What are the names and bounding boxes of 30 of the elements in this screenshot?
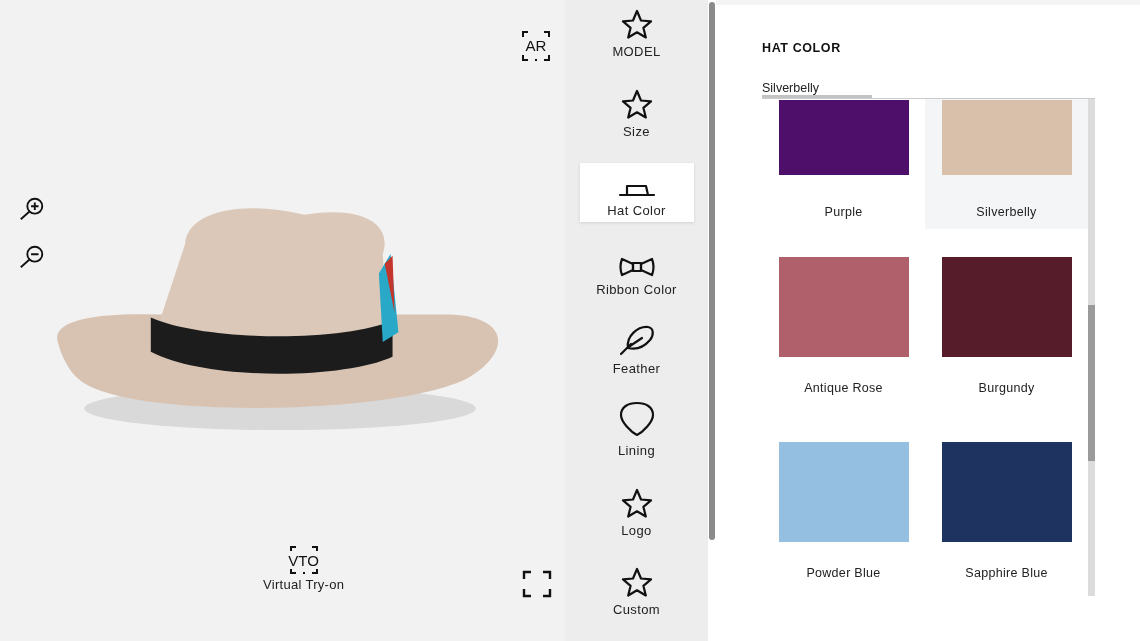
feather-icon <box>617 324 656 357</box>
ar-button[interactable]: AR <box>521 30 551 60</box>
scrollbar-thumb[interactable] <box>709 2 715 540</box>
option-tab[interactable]: Lining <box>579 400 694 463</box>
lining-icon <box>617 400 656 439</box>
virtual-try-on-button[interactable]: VTO Virtual Try-on <box>263 545 345 592</box>
color-option[interactable]: Sapphire Blue <box>925 414 1088 596</box>
color-option[interactable]: Burgundy <box>925 229 1088 414</box>
star-icon <box>620 566 653 597</box>
option-tab[interactable]: Logo <box>579 482 694 542</box>
option-tab[interactable]: Custom <box>579 561 694 621</box>
scan-frame-icon <box>288 545 319 575</box>
fullscreen-button[interactable] <box>522 570 552 598</box>
scan-frame-icon <box>521 30 551 62</box>
color-option[interactable]: Powder Blue <box>762 414 925 596</box>
star-icon <box>620 88 653 119</box>
star-icon <box>620 487 653 518</box>
star-icon <box>620 9 653 40</box>
option-tab[interactable]: Feather <box>579 321 694 381</box>
color-option[interactable]: Purple <box>762 99 925 229</box>
option-tab[interactable]: Ribbon Color <box>579 241 694 302</box>
scrollbar-thumb[interactable] <box>1088 305 1095 461</box>
option-tab[interactable]: Size <box>579 83 694 143</box>
bow-tie-icon <box>617 257 656 278</box>
selected-color-dropdown[interactable]: Silverbelly <box>762 81 819 95</box>
color-option[interactable]: Silverbelly <box>925 99 1088 229</box>
option-tab[interactable]: MODEL <box>579 4 694 64</box>
section-heading: HAT COLOR <box>762 41 842 55</box>
option-tab[interactable]: Hat Color <box>579 162 694 222</box>
color-option[interactable]: Antique Rose <box>762 229 925 414</box>
